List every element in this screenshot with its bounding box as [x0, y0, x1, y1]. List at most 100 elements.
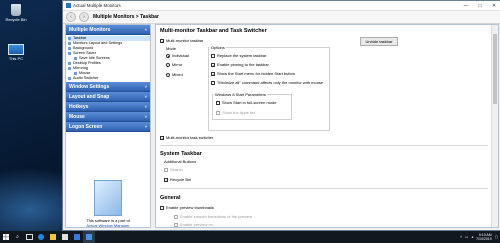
promo-panel: This software is a part of Actual Window… — [66, 180, 150, 227]
actual-monitors-taskbar-icon[interactable] — [83, 231, 95, 243]
additional-buttons-label: Additional Buttons — [164, 159, 197, 164]
fullscreen-start-checkbox[interactable]: Show Start in full-screen mode — [216, 100, 276, 105]
checkbox-box — [174, 222, 178, 227]
start-icon[interactable] — [0, 231, 12, 243]
checkbox-box — [216, 100, 220, 105]
checkbox-box — [211, 62, 215, 68]
checkbox-box — [174, 214, 178, 219]
preview-on-checkbox[interactable]: Enable preview on... — [174, 222, 216, 227]
task-switcher-checkbox[interactable]: Multi-monitor task switcher — [160, 135, 213, 141]
taskbar-icon — [68, 37, 71, 40]
search-button-checkbox[interactable]: Search — [164, 167, 183, 172]
tree-item-audio-switcher[interactable]: Audio Switcher — [68, 76, 150, 81]
notifications-icon[interactable]: ▢ — [495, 235, 498, 239]
radio-circle — [166, 62, 170, 67]
show-apps-list-checkbox[interactable]: Show the Apps list — [216, 110, 255, 115]
smooth-transitions-checkbox[interactable]: Enable smooth transitions of the preview — [174, 214, 252, 219]
scrollbar-thumb[interactable] — [493, 34, 497, 104]
category-logon-screen[interactable]: Logon Screen ˅ — [66, 122, 150, 132]
divider — [160, 188, 488, 189]
profiles-icon — [68, 62, 71, 65]
app-window: Actual Multiple Monitors — □ ✕ ‹ › Multi… — [62, 0, 500, 231]
content-scrollbar[interactable] — [491, 25, 498, 227]
category-window-settings[interactable]: Window Settings ˅ — [66, 82, 150, 92]
idle-screen-icon — [74, 57, 77, 60]
settings-tree: Taskbar Monitors Layout and Settings Bac… — [66, 35, 150, 82]
section-title-multimonitor: Multi-monitor Taskbar and Task Switcher — [160, 28, 267, 34]
product-box-image — [94, 180, 122, 216]
mode-radio-mirror[interactable]: Mirror — [166, 62, 182, 67]
system-tray: ˄ ▭ ◂ 9:10 AM 7/10/2019 ▢ — [460, 233, 500, 241]
file-explorer-icon[interactable] — [47, 231, 59, 243]
multi-monitor-taskbar-checkbox[interactable]: Multi-monitor taskbar — [160, 38, 204, 44]
win8-group — [212, 94, 292, 120]
mail-icon[interactable] — [71, 231, 83, 243]
promo-link[interactable]: Actual Window Manager — [66, 223, 150, 227]
desktop-icon-label: This PC — [8, 56, 24, 61]
background-icon — [68, 47, 71, 50]
title-bar[interactable]: Actual Multiple Monitors — □ ✕ — [63, 1, 500, 11]
category-hotkeys[interactable]: Hotkeys ˅ — [66, 102, 150, 112]
checkbox-label: Multi-monitor taskbar — [166, 38, 204, 43]
mode-radio-mixed[interactable]: Mixed — [166, 72, 183, 77]
search-icon[interactable]: ⌕ — [12, 231, 23, 243]
screen-saver-icon — [68, 52, 71, 55]
section-title-system-taskbar: System Taskbar — [160, 151, 202, 157]
section-title-general: General — [160, 195, 181, 201]
minimize-button[interactable]: — — [459, 1, 473, 10]
maximize-button[interactable]: □ — [473, 1, 487, 10]
checkbox-box — [216, 110, 220, 115]
category-mouse[interactable]: Mouse ˅ — [66, 112, 150, 122]
category-label: Mouse — [69, 113, 85, 120]
store-icon[interactable] — [59, 231, 71, 243]
tray-overflow-icon[interactable]: ˄ — [460, 235, 462, 239]
category-multiple-monitors[interactable]: Multiple Monitors ˄ — [66, 25, 150, 35]
volume-icon[interactable]: ◂ — [471, 235, 473, 239]
forward-button[interactable]: › — [79, 12, 89, 22]
breadcrumb-separator: > — [135, 14, 139, 20]
computer-icon — [8, 44, 24, 55]
audio-icon — [68, 77, 71, 80]
minimize-all-checkbox[interactable]: "Minimize all" command affects only the … — [211, 80, 323, 85]
mode-radio-individual[interactable]: Individual — [166, 53, 189, 58]
radio-circle — [166, 72, 170, 77]
chevron-up-icon: ˄ — [144, 27, 147, 32]
unhide-taskbar-button[interactable]: Unhide taskbar — [360, 37, 398, 46]
replace-system-taskbar-checkbox[interactable]: Replace the system taskbar — [211, 53, 266, 58]
tray-clock[interactable]: 9:10 AM 7/10/2019 — [476, 233, 492, 241]
enable-pinning-checkbox[interactable]: Enable pinning to the taskbar — [211, 62, 269, 68]
edge-icon[interactable] — [35, 231, 47, 243]
window-title: Actual Multiple Monitors — [73, 3, 121, 8]
windows-logo-icon — [3, 234, 9, 240]
task-view-icon[interactable] — [23, 231, 35, 243]
close-button[interactable]: ✕ — [487, 1, 500, 10]
breadcrumb-root[interactable]: Multiple Monitors — [93, 14, 134, 20]
tray-date: 7/10/2019 — [476, 237, 492, 241]
options-group-label: Options — [210, 45, 226, 50]
back-button[interactable]: ‹ — [66, 12, 76, 22]
mirroring-icon — [68, 67, 71, 70]
recycle-bin-icon — [11, 4, 21, 16]
category-label: Multiple Monitors — [69, 26, 111, 33]
category-label: Hotkeys — [69, 103, 89, 110]
checkbox-box — [160, 205, 164, 210]
category-label: Window Settings — [69, 83, 110, 90]
network-icon[interactable]: ▭ — [465, 235, 468, 239]
desktop-icon-label: Recycle Bin — [5, 17, 27, 22]
chevron-down-icon: ˅ — [144, 114, 147, 119]
checkbox-box — [164, 167, 168, 172]
app-icon — [66, 3, 71, 8]
enable-preview-thumbnails-checkbox[interactable]: Enable preview thumbnails — [160, 205, 214, 210]
divider — [160, 145, 488, 146]
show-start-menu-checkbox[interactable]: Show the Start menu for hidden Start but… — [211, 71, 295, 77]
checkbox-box — [160, 38, 164, 44]
category-label: Logon Screen — [69, 123, 103, 130]
category-layout-and-snap[interactable]: Layout and Snap ˅ — [66, 92, 150, 102]
desktop-icon-recycle-bin[interactable]: Recycle Bin — [2, 4, 30, 22]
chevron-down-icon: ˅ — [144, 124, 147, 129]
desktop-icon-this-pc[interactable]: This PC — [2, 44, 30, 61]
sidebar: Multiple Monitors ˄ Taskbar Monitors Lay… — [65, 24, 151, 228]
settings-panel: Multi-monitor Taskbar and Task Switcher … — [155, 24, 499, 228]
breadcrumb-current: Taskbar — [140, 14, 159, 20]
recycle-bin-button-checkbox[interactable]: Recycle Bin — [164, 177, 191, 183]
